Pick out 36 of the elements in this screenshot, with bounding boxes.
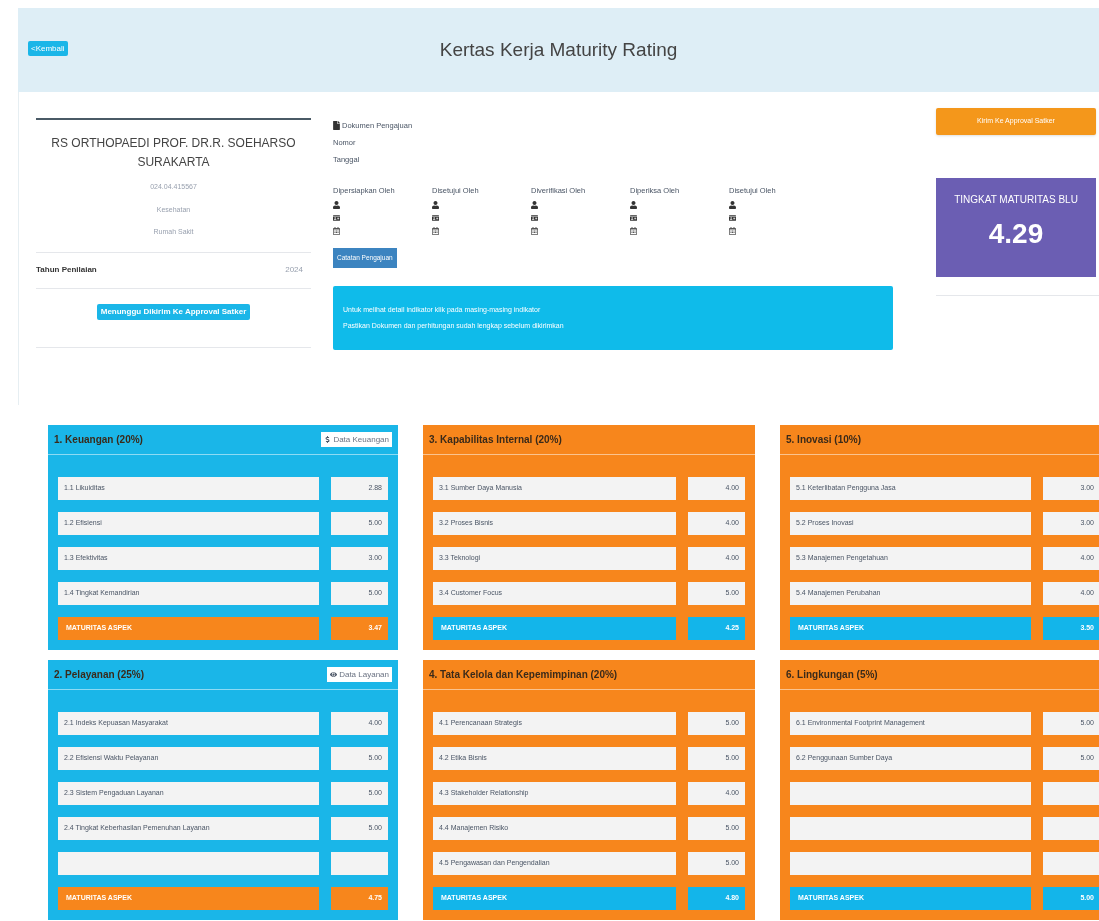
score-value: 4.29	[988, 217, 1044, 251]
year-label: Tahun Penilaian	[36, 264, 97, 276]
data-button[interactable]: Data Layanan	[327, 667, 392, 682]
id-card-icon	[531, 214, 538, 222]
aspect-title: 6. Lingkungan (5%)	[786, 668, 878, 682]
aspect-title: 3. Kapabilitas Internal (20%)	[429, 433, 562, 447]
user-icon	[432, 201, 439, 209]
calendar-icon	[630, 227, 637, 235]
calendar-icon	[333, 227, 340, 235]
user-icon	[333, 201, 340, 209]
aspect-title: 1. Keuangan (20%)	[54, 433, 143, 447]
aspect-title: 5. Inovasi (10%)	[786, 433, 862, 447]
dollar-icon	[324, 436, 332, 443]
calendar-icon	[531, 227, 538, 235]
user-icon	[729, 201, 736, 209]
user-icon	[630, 201, 637, 209]
aspect-title: 4. Tata Kelola dan Kepemimpinan (20%)	[429, 668, 618, 682]
id-card-icon	[333, 214, 340, 222]
id-card-icon	[432, 214, 439, 222]
score-field	[1043, 852, 1099, 875]
score-field	[331, 852, 388, 875]
calendar-icon	[729, 227, 736, 235]
eye-icon	[330, 671, 338, 678]
data-button[interactable]: Data Keuangan	[321, 432, 392, 447]
page-title: Kertas Kerja Maturity Rating	[439, 37, 678, 62]
score-field	[1043, 782, 1099, 805]
user-icon	[531, 201, 538, 209]
id-card-icon	[729, 214, 736, 222]
year-value: 2024	[285, 264, 303, 276]
id-card-icon	[630, 214, 637, 222]
score-label: TINGKAT MATURITAS BLU	[954, 193, 1078, 207]
calendar-icon	[432, 227, 439, 235]
score-field	[1043, 817, 1099, 840]
aspect-title: 2. Pelayanan (25%)	[54, 668, 145, 682]
file-icon	[333, 121, 340, 131]
unit-name: RS ORTHOPAEDI PROF. DR.R. SOEHARSO SURAKARTA	[50, 135, 297, 171]
